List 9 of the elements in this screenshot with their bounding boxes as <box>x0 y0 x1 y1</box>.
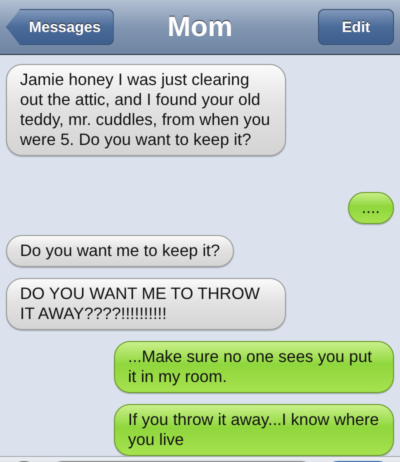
received-message-bubble: Jamie honey I was just clearing out the attic, and I found your old teddy, mr. cuddles, from when you were 5. Do you want to keep it? <box>6 64 286 156</box>
received-message-bubble: DO YOU WANT ME TO THROW IT AWAY????!!!!!!!!!! <box>6 278 286 330</box>
sent-message-bubble: .... <box>348 192 394 224</box>
received-message-bubble: Do you want me to keep it? <box>6 235 234 267</box>
contact-title: Mom <box>167 11 233 43</box>
back-button[interactable]: Messages <box>6 9 114 45</box>
sent-message-bubble: If you throw it away...I know where you live <box>114 404 394 456</box>
edit-button[interactable]: Edit <box>318 9 394 45</box>
sent-message-bubble: ...Make sure no one sees you put it in my room. <box>114 341 394 393</box>
